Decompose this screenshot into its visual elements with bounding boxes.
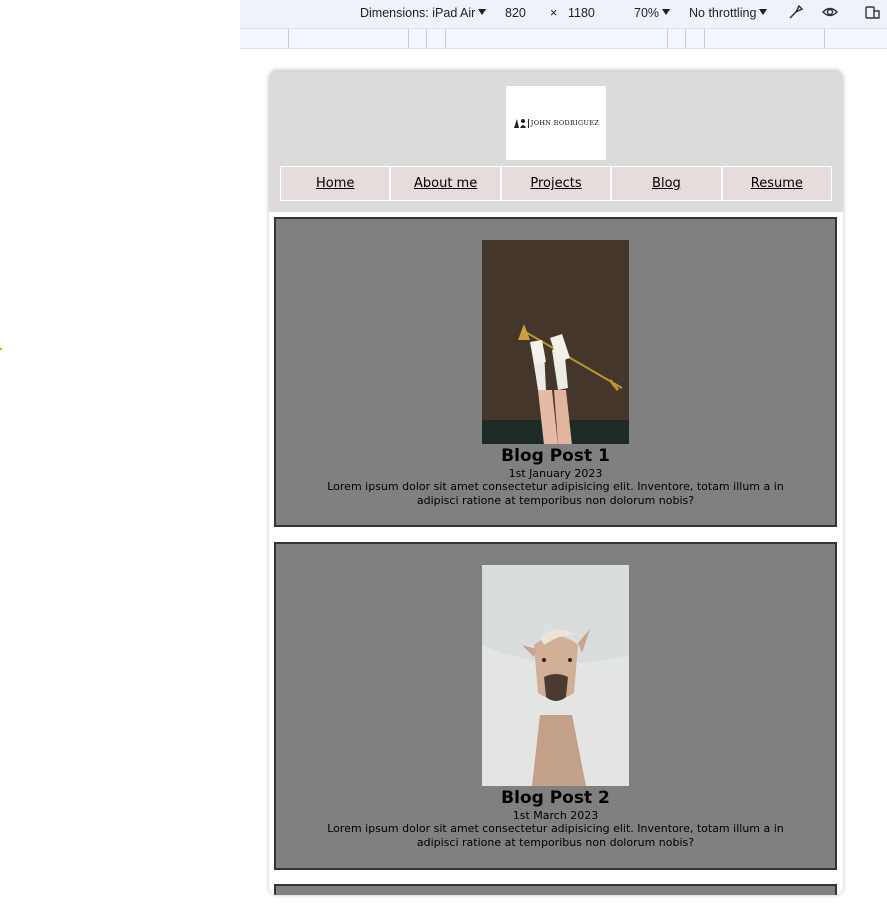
logo-text: JOHN RODRIGUEZ xyxy=(530,119,600,127)
width-input[interactable]: 820 xyxy=(505,6,526,20)
blog-post-image-horse xyxy=(482,565,629,786)
nav-blog-link[interactable]: Blog xyxy=(611,166,722,201)
blog-post-title[interactable]: Blog Post 2 xyxy=(276,788,835,808)
stray-pixel xyxy=(0,348,2,350)
blog-post-image-legs-sneakers xyxy=(482,240,629,444)
dropdown-arrow-icon xyxy=(662,9,671,15)
blog-post-card[interactable]: Blog Post 2 1st March 2023 Lorem ipsum d… xyxy=(274,542,837,870)
site-header: JOHN RODRIGUEZ Home About me Projects Bl… xyxy=(269,70,843,212)
media-query-ruler xyxy=(240,29,887,49)
rotate-device-icon[interactable] xyxy=(863,3,881,21)
eye-icon[interactable] xyxy=(821,3,839,21)
blog-post-card[interactable] xyxy=(274,884,837,895)
nav-projects-link[interactable]: Projects xyxy=(500,166,612,201)
throttling-label: No throttling xyxy=(689,6,757,20)
devtools-device-toolbar: Dimensions: iPad Air 820 × 1180 70% No t… xyxy=(240,0,887,29)
blog-post-date: 1st March 2023 xyxy=(512,809,599,822)
device-viewport: JOHN RODRIGUEZ Home About me Projects Bl… xyxy=(269,70,843,895)
eyedropper-icon[interactable] xyxy=(787,3,805,21)
zoom-label: 70% xyxy=(634,6,660,20)
nav-resume-link[interactable]: Resume xyxy=(721,166,833,201)
dropdown-arrow-icon xyxy=(478,9,487,15)
height-input[interactable]: 1180 xyxy=(568,6,595,20)
nav-about-me-link[interactable]: About me xyxy=(390,166,501,201)
device-dimensions-dropdown[interactable]: Dimensions: iPad Air xyxy=(360,6,487,20)
times-symbol: × xyxy=(550,6,558,20)
logo-mark-icon xyxy=(513,119,529,128)
throttling-dropdown[interactable]: No throttling xyxy=(689,6,768,20)
dropdown-arrow-icon xyxy=(759,9,768,15)
dimensions-label: Dimensions: iPad Air xyxy=(360,6,476,20)
zoom-dropdown[interactable]: 70% xyxy=(634,6,671,20)
blog-post-excerpt: Lorem ipsum dolor sit amet consectetur a… xyxy=(327,822,784,849)
site-logo[interactable]: JOHN RODRIGUEZ xyxy=(506,86,606,160)
nav-home-link[interactable]: Home xyxy=(280,166,391,201)
blog-post-date: 1st January 2023 xyxy=(508,467,603,480)
blog-post-excerpt: Lorem ipsum dolor sit amet consectetur a… xyxy=(327,480,784,507)
main-nav: Home About me Projects Blog Resume xyxy=(280,166,833,201)
blog-post-title[interactable]: Blog Post 1 xyxy=(276,446,835,466)
blog-post-card[interactable]: Blog Post 1 1st January 2023 Lorem ipsum… xyxy=(274,217,837,527)
